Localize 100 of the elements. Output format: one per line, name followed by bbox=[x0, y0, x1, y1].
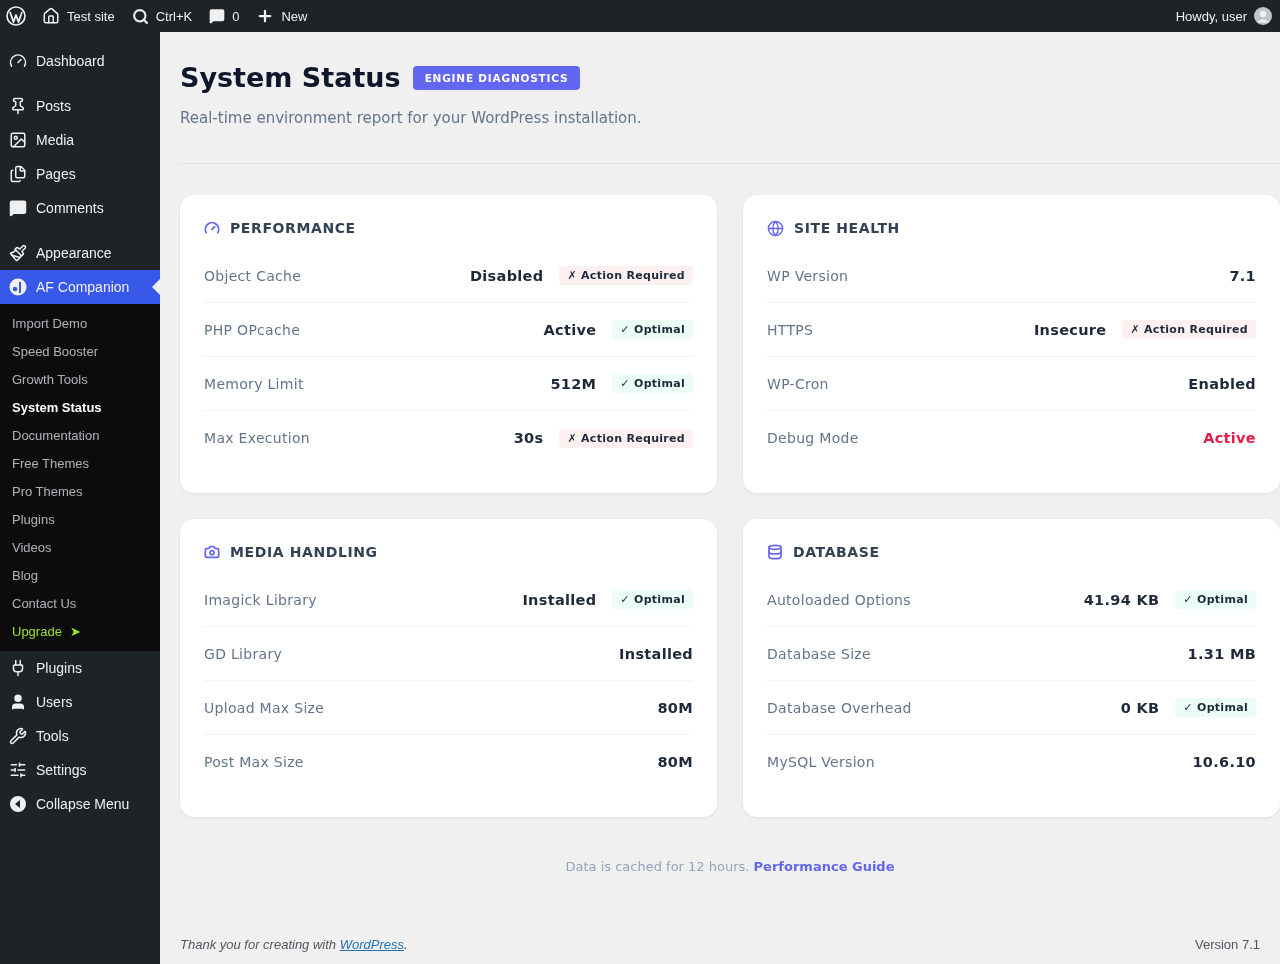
footer-credit: Thank you for creating with WordPress. bbox=[180, 937, 408, 952]
card-title: DATABASE bbox=[793, 544, 880, 560]
diagnostics-badge: ENGINE DIAGNOSTICS bbox=[412, 65, 581, 90]
row-value: 0 KB bbox=[1120, 699, 1160, 716]
comments-link[interactable]: 0 bbox=[209, 0, 240, 32]
page-title: System Status bbox=[180, 62, 401, 93]
sidebar-item[interactable]: Users bbox=[0, 685, 160, 719]
speech-bubble-icon bbox=[209, 8, 226, 24]
user-icon bbox=[9, 693, 27, 711]
row-value: 1.31 MB bbox=[1187, 645, 1256, 662]
sidebar-item[interactable]: Comments bbox=[0, 191, 160, 225]
row-value: Disabled bbox=[470, 267, 544, 284]
row-label: WP Version bbox=[767, 267, 850, 284]
submenu-item[interactable]: System Status bbox=[0, 393, 160, 421]
row-value: 10.6.10 bbox=[1192, 754, 1256, 770]
card-title: MEDIA HANDLING bbox=[230, 544, 378, 560]
row-value: 80M bbox=[657, 699, 693, 716]
row-value: 512M bbox=[550, 375, 597, 392]
submenu-item[interactable]: Import Demo bbox=[0, 309, 160, 337]
database-icon bbox=[767, 544, 783, 560]
row-value: Insecure bbox=[1033, 321, 1107, 338]
version-text: Version 7.1 bbox=[1194, 937, 1260, 952]
status-badge: ✗ Action Required bbox=[559, 428, 693, 448]
site-link[interactable]: Test site bbox=[42, 0, 115, 32]
new-link[interactable]: New bbox=[256, 0, 308, 32]
submenu-item[interactable]: Blog bbox=[0, 561, 160, 589]
account-menu[interactable]: Howdy, user bbox=[1175, 0, 1272, 32]
submenu-item[interactable]: Upgrade ➤ bbox=[0, 617, 160, 645]
row-value: Active bbox=[543, 321, 597, 338]
camera-icon bbox=[204, 544, 220, 560]
search-shortcut[interactable]: Ctrl+K bbox=[131, 0, 193, 32]
row-label: WP-Cron bbox=[767, 375, 830, 392]
submenu-item[interactable]: Documentation bbox=[0, 421, 160, 449]
sliders-icon bbox=[9, 761, 27, 779]
row-label: Memory Limit bbox=[204, 375, 305, 392]
collapse-icon bbox=[9, 795, 27, 813]
sidebar-item[interactable]: Plugins bbox=[0, 651, 160, 685]
pages-icon bbox=[9, 165, 27, 183]
sidebar-item[interactable]: Appearance bbox=[0, 236, 160, 270]
row-value: Enabled bbox=[1188, 375, 1256, 392]
row-label: Object Cache bbox=[204, 267, 303, 284]
row-label: Autoloaded Options bbox=[767, 591, 912, 608]
row-label: Database Size bbox=[767, 645, 872, 662]
sidebar-item[interactable]: Pages bbox=[0, 157, 160, 191]
row-value: Installed bbox=[522, 591, 597, 608]
wordpress-logo-icon[interactable] bbox=[6, 6, 26, 26]
row-label: Debug Mode bbox=[767, 430, 860, 446]
row-label: Database Overhead bbox=[767, 699, 913, 716]
row-label: Imagick Library bbox=[204, 591, 318, 608]
sidebar-item[interactable]: Settings bbox=[0, 753, 160, 787]
submenu-item[interactable]: Contact Us bbox=[0, 589, 160, 617]
home-icon bbox=[42, 7, 60, 25]
row-label: MySQL Version bbox=[767, 754, 876, 770]
row-label: Post Max Size bbox=[204, 754, 305, 770]
sidebar-item[interactable]: Tools bbox=[0, 719, 160, 753]
sidebar-item[interactable]: Posts bbox=[0, 89, 160, 123]
status-badge: ✓ Optimal bbox=[612, 320, 693, 339]
globe-icon bbox=[767, 219, 784, 237]
image-icon bbox=[9, 131, 27, 149]
sidebar-item[interactable]: Collapse Menu bbox=[0, 787, 160, 821]
submenu-item[interactable]: Videos bbox=[0, 533, 160, 561]
submenu-item[interactable]: Speed Booster bbox=[0, 337, 160, 365]
avatar-icon bbox=[1254, 7, 1272, 25]
sidebar-item[interactable]: Dashboard bbox=[0, 44, 160, 78]
row-label: HTTPS bbox=[767, 321, 815, 338]
sidebar-item[interactable]: Media bbox=[0, 123, 160, 157]
row-value: 41.94 KB bbox=[1083, 591, 1160, 608]
paintbrush-icon bbox=[9, 244, 27, 262]
status-badge: ✓ Optimal bbox=[1175, 590, 1256, 609]
arrow-glyph: ➤ bbox=[69, 623, 81, 639]
submenu-item[interactable]: Pro Themes bbox=[0, 477, 160, 505]
status-badge: ✓ Optimal bbox=[1175, 698, 1256, 717]
row-label: PHP OPcache bbox=[204, 321, 302, 338]
row-label: Upload Max Size bbox=[204, 699, 326, 716]
companion-logo-icon bbox=[8, 277, 28, 297]
submenu-item[interactable]: Plugins bbox=[0, 505, 160, 533]
row-value: Installed bbox=[619, 645, 693, 662]
sidebar-item[interactable]: AF Companion bbox=[0, 270, 160, 304]
row-label: GD Library bbox=[204, 645, 284, 662]
row-value: 80M bbox=[657, 754, 693, 770]
status-badge: ✓ Optimal bbox=[612, 590, 693, 609]
submenu-item[interactable]: Growth Tools bbox=[0, 365, 160, 393]
row-value: 30s bbox=[513, 430, 544, 446]
speech-bubble-icon bbox=[9, 199, 27, 217]
performance-guide-link[interactable]: Performance Guide bbox=[753, 859, 895, 874]
status-badge: ✗ Action Required bbox=[1122, 320, 1256, 339]
cache-note: Data is cached for 12 hours. Performance Guide bbox=[564, 859, 896, 874]
status-badge: ✗ Action Required bbox=[559, 266, 693, 285]
wordpress-link[interactable]: WordPress bbox=[339, 937, 404, 952]
pin-icon bbox=[9, 97, 27, 115]
submenu-item[interactable]: Free Themes bbox=[0, 449, 160, 477]
page-subtitle: Real-time environment report for your WordPress installation. bbox=[180, 109, 643, 127]
wrench-icon bbox=[9, 727, 27, 745]
search-icon bbox=[131, 7, 149, 25]
row-value: 7.1 bbox=[1229, 267, 1256, 284]
gauge-icon bbox=[204, 220, 220, 236]
card-title: SITE HEALTH bbox=[794, 220, 900, 236]
row-label: Max Execution bbox=[204, 430, 311, 446]
row-value: Active bbox=[1203, 430, 1256, 446]
status-badge: ✓ Optimal bbox=[612, 374, 693, 393]
